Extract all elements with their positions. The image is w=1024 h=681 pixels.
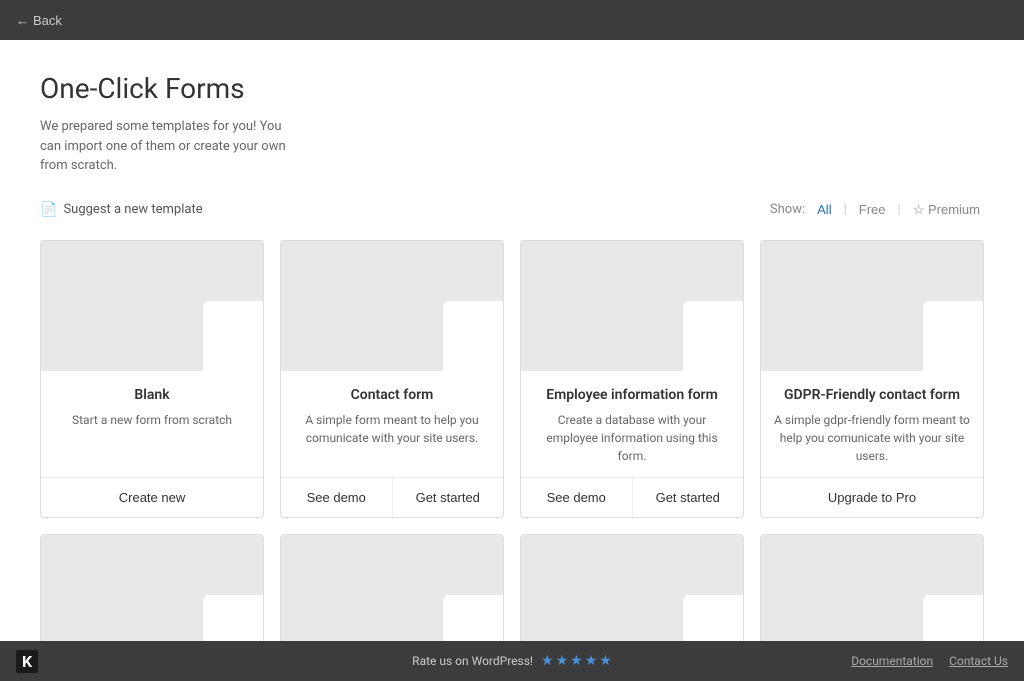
card-thumbnail-art-contest [521,535,743,642]
card-body-blank: Blank Start a new form from scratch [41,371,263,477]
card-blank: Blank Start a new form from scratch Create… [40,240,264,518]
card-appointment: Appointment form [40,534,264,642]
card-art-contest: Art contest [520,534,744,642]
card-title-contact-form: Contact form [293,387,491,403]
card-title-employee-info: Employee information form [533,387,731,403]
card-footer-contact-form: See demoGet started [281,477,503,517]
filter-divider: | [844,202,847,217]
card-btn-gdpr-contact-0[interactable]: Upgrade to Pro [761,478,983,517]
rate-us-text: Rate us on WordPress! [412,654,533,668]
star-2: ★ [556,653,569,669]
card-body-gdpr-contact: GDPR-Friendly contact form A simple gdpr-… [761,371,983,477]
card-thumbnail-blank [41,241,263,371]
top-bar: ← Back [0,0,1024,40]
filter-all-button[interactable]: All [813,200,835,219]
page-subtitle: We prepared some templates for you! You … [40,117,300,176]
bottom-bar: K Rate us on WordPress! ★ ★ ★ ★ ★ Docume… [0,641,1024,681]
card-body-employee-info: Employee information form Create a databa… [521,371,743,477]
back-arrow-icon: ← [16,13,29,28]
suggest-template-link[interactable]: 📄 Suggest a new template [40,202,203,218]
lightbulb-icon: 📄 [40,202,57,218]
card-gdpr-contact: GDPR-Friendly contact form A simple gdpr-… [760,240,984,518]
card-title-blank: Blank [53,387,251,403]
star-5: ★ [599,653,612,669]
card-contact-form: Contact form A simple form meant to help … [280,240,504,518]
back-button[interactable]: ← Back [16,13,62,28]
star-icon: ☆ [913,202,925,217]
card-footer-gdpr-contact: Upgrade to Pro [761,477,983,517]
page-title: One-Click Forms [40,72,984,105]
main-content: One-Click Forms We prepared some templat… [0,40,1024,641]
filter-premium-button[interactable]: ☆ Premium [909,200,984,220]
star-4: ★ [585,653,598,669]
card-thumbnail-customer-feedback [281,535,503,642]
card-customer-feedback: Customer feedback form [280,534,504,642]
card-thumbnail-contact-form [281,241,503,371]
k-logo: K [16,650,38,673]
card-btn-contact-form-0[interactable]: See demo [281,478,392,517]
card-btn-blank-0[interactable]: Create new [41,478,263,517]
filter-free-button[interactable]: Free [855,200,890,219]
card-btn-employee-info-0[interactable]: See demo [521,478,632,517]
card-desc-blank: Start a new form from scratch [53,411,251,465]
card-footer-employee-info: See demoGet started [521,477,743,517]
suggest-label: Suggest a new template [63,202,202,217]
filter-premium-label: Premium [928,202,980,217]
card-thumbnail-job-application [761,535,983,642]
card-thumbnail-appointment [41,535,263,642]
show-filter: Show: All | Free | ☆ Premium [770,200,984,220]
card-thumbnail-employee-info [521,241,743,371]
card-title-gdpr-contact: GDPR-Friendly contact form [773,387,971,403]
show-label: Show: [770,202,805,217]
card-desc-employee-info: Create a database with your employee inf… [533,411,731,465]
back-label: Back [33,13,62,28]
card-desc-contact-form: A simple form meant to help you comunica… [293,411,491,465]
card-job-application: Job application [760,534,984,642]
card-footer-blank: Create new [41,477,263,517]
card-body-contact-form: Contact form A simple form meant to help … [281,371,503,477]
contact-us-link[interactable]: Contact Us [949,654,1008,668]
documentation-link[interactable]: Documentation [851,654,933,668]
card-employee-info: Employee information form Create a databa… [520,240,744,518]
toolbar: 📄 Suggest a new template Show: All | Fre… [40,200,984,220]
star-3: ★ [570,653,583,669]
card-desc-gdpr-contact: A simple gdpr-friendly form meant to hel… [773,411,971,465]
star-1: ★ [541,653,554,669]
stars: ★ ★ ★ ★ ★ [541,653,612,669]
cards-grid: Blank Start a new form from scratch Create… [40,240,984,642]
filter-divider-2: | [898,202,901,217]
card-btn-contact-form-1[interactable]: Get started [392,478,504,517]
bottom-links: Documentation Contact Us [851,654,1008,668]
rate-us: Rate us on WordPress! ★ ★ ★ ★ ★ [412,653,612,669]
card-btn-employee-info-1[interactable]: Get started [632,478,744,517]
card-thumbnail-gdpr-contact [761,241,983,371]
